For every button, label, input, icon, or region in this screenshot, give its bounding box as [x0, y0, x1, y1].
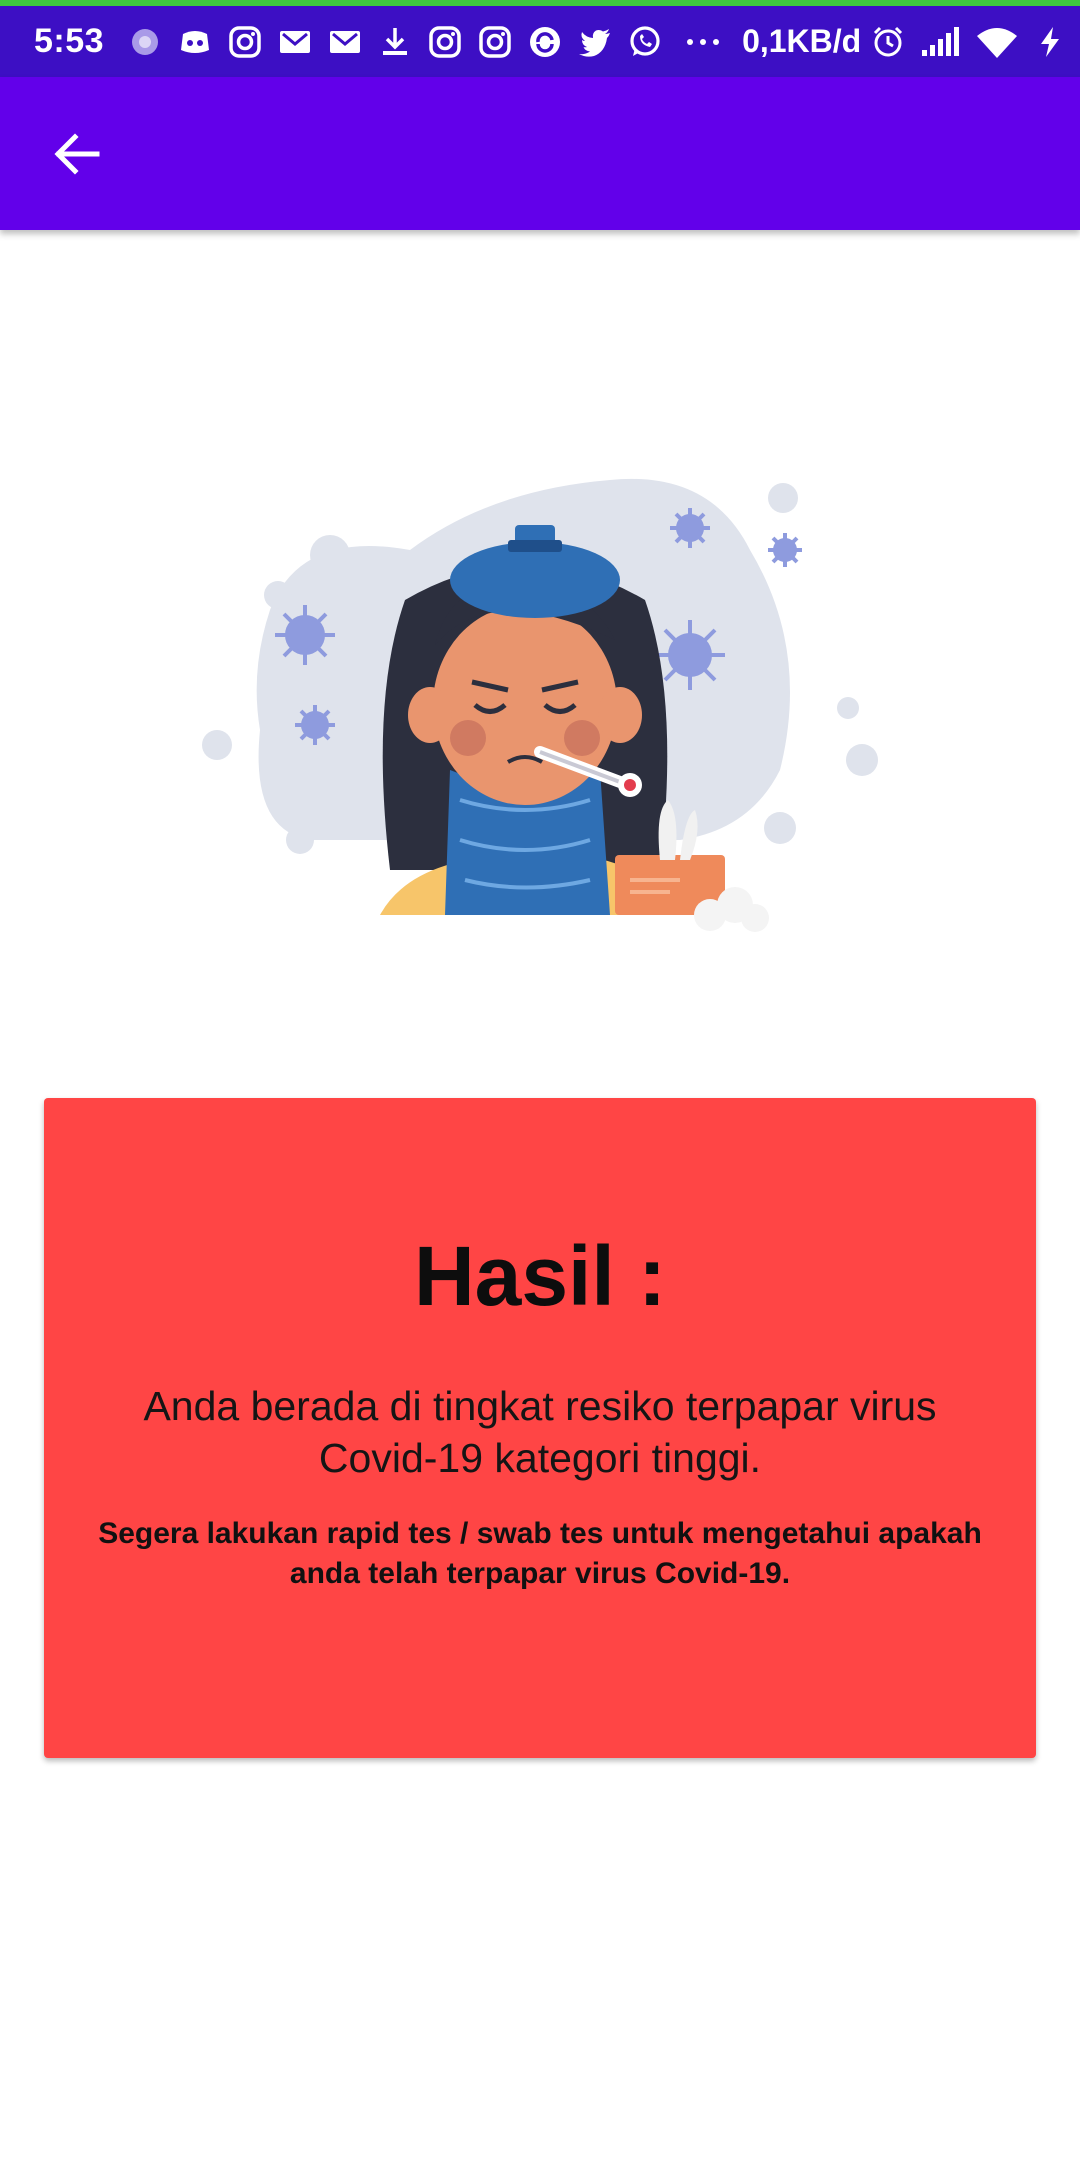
result-card: Hasil : Anda berada di tingkat resiko te…	[44, 1098, 1036, 1758]
instagram-icon	[426, 23, 464, 61]
download-icon	[376, 23, 414, 61]
sync-icon	[526, 23, 564, 61]
charging-icon	[1031, 23, 1069, 61]
status-left-group: 5:53	[34, 22, 742, 61]
gmail-icon	[326, 23, 364, 61]
network-speed: 0,1KB/d	[742, 23, 862, 59]
result-message: Anda berada di tingkat resiko terpapar v…	[143, 1383, 937, 1481]
instagram-icon	[476, 23, 514, 61]
status-bar: 5:53 0,1KB/d	[0, 6, 1080, 77]
arrow-back-icon	[54, 133, 100, 175]
back-button[interactable]	[40, 117, 114, 191]
instagram-icon	[226, 23, 264, 61]
result-title: Hasil :	[413, 1229, 667, 1323]
app-bar	[0, 77, 1080, 230]
alarm-icon	[869, 23, 907, 61]
signal-icon	[919, 23, 963, 61]
more-dots-icon	[676, 23, 730, 61]
status-time: 5:53	[34, 22, 105, 60]
sick-girl-illustration	[190, 470, 890, 950]
whatsapp-icon	[626, 23, 664, 61]
discord-icon	[176, 23, 214, 61]
result-advice: Segera lakukan rapid tes / swab tes untu…	[98, 1517, 982, 1590]
status-right-group: 0,1KB/d	[742, 23, 1069, 61]
wifi-icon	[975, 23, 1019, 61]
twitter-icon	[576, 23, 614, 61]
loading-dots-icon	[126, 23, 164, 61]
gmail-icon	[276, 23, 314, 61]
